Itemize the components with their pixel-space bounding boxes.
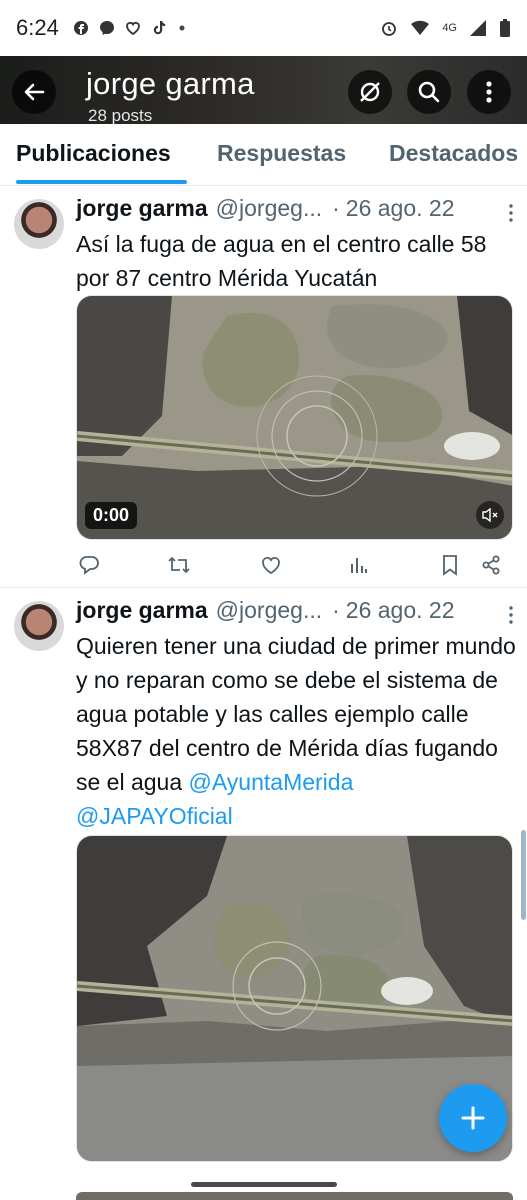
like-button[interactable] bbox=[258, 552, 284, 578]
post-actions bbox=[76, 552, 506, 580]
gesture-nav-bar[interactable] bbox=[191, 1182, 337, 1187]
post-header: jorge garma @jorgeg... · 26 ago. 22 bbox=[76, 195, 517, 227]
post-divider bbox=[0, 587, 527, 588]
post-date: 26 ago. 22 bbox=[345, 195, 455, 221]
network-label: 4G bbox=[442, 22, 457, 34]
active-tab-indicator bbox=[16, 180, 187, 184]
status-time: 6:24 bbox=[16, 15, 59, 40]
author-name[interactable]: jorge garma bbox=[76, 195, 208, 222]
mention-link[interactable]: @JAPAYOficial bbox=[76, 803, 233, 829]
grok-icon bbox=[360, 82, 380, 102]
profile-header: jorge garma 28 posts bbox=[0, 56, 527, 124]
avatar[interactable] bbox=[14, 601, 64, 651]
post-count: 28 posts bbox=[88, 106, 153, 124]
post-date: 26 ago. 22 bbox=[345, 597, 455, 623]
post[interactable]: jorge garma @jorgeg... · 26 ago. 22 Así … bbox=[0, 187, 527, 587]
system-icons: 4G bbox=[380, 18, 511, 38]
separator: · bbox=[332, 195, 340, 221]
search-icon bbox=[418, 81, 440, 103]
bookmark-icon bbox=[443, 555, 457, 576]
more-options-button[interactable] bbox=[467, 70, 511, 114]
profile-tabs: Publicaciones Respuestas Destacados bbox=[0, 124, 527, 186]
facebook-icon bbox=[73, 21, 88, 35]
repost-button[interactable] bbox=[166, 552, 192, 578]
dot-icon bbox=[179, 25, 185, 31]
post-video[interactable]: 0:00 bbox=[76, 295, 513, 540]
more-vertical-icon[interactable] bbox=[505, 203, 517, 223]
like-icon bbox=[262, 556, 280, 575]
signal-icon bbox=[470, 20, 486, 36]
share-icon bbox=[482, 555, 500, 575]
tiktok-icon bbox=[153, 21, 166, 35]
messenger-icon bbox=[99, 21, 114, 35]
notification-icons bbox=[73, 20, 187, 36]
grok-button[interactable] bbox=[348, 70, 392, 114]
compose-post-button[interactable] bbox=[439, 1084, 507, 1152]
avatar[interactable] bbox=[14, 199, 64, 249]
back-button[interactable] bbox=[12, 70, 56, 114]
more-vertical-icon bbox=[486, 81, 492, 103]
heart-chat-icon bbox=[125, 22, 140, 36]
mute-button[interactable] bbox=[476, 501, 504, 529]
repost-icon bbox=[168, 556, 190, 574]
video-duration: 0:00 bbox=[85, 502, 138, 529]
alarm-icon bbox=[382, 22, 397, 36]
author-name[interactable]: jorge garma bbox=[76, 597, 208, 624]
tab-respuestas[interactable]: Respuestas bbox=[217, 140, 346, 167]
more-vertical-icon[interactable] bbox=[505, 605, 517, 625]
reply-icon bbox=[79, 556, 99, 575]
share-button[interactable] bbox=[478, 552, 504, 578]
tab-publicaciones[interactable]: Publicaciones bbox=[16, 140, 171, 167]
mention-link[interactable]: @AyuntaMerida bbox=[189, 769, 354, 795]
post-header: jorge garma @jorgeg... · 26 ago. 22 bbox=[76, 597, 517, 629]
post-text: Así la fuga de agua en el centro calle 5… bbox=[76, 231, 487, 291]
scrollbar[interactable] bbox=[521, 830, 526, 920]
status-bar: 6:24 4G bbox=[0, 0, 527, 56]
wifi-icon bbox=[411, 20, 430, 35]
volume-muted-icon bbox=[482, 507, 498, 523]
profile-name: jorge garma bbox=[86, 66, 255, 101]
post-text: Quieren tener una ciudad de primer mundo… bbox=[76, 629, 516, 833]
tab-destacados[interactable]: Destacados bbox=[389, 140, 518, 167]
views-icon bbox=[351, 558, 367, 573]
reply-button[interactable] bbox=[76, 552, 102, 578]
battery-icon bbox=[500, 19, 510, 37]
next-post-media-peek bbox=[76, 1192, 513, 1200]
back-arrow-icon bbox=[24, 83, 45, 101]
bookmark-button[interactable] bbox=[437, 552, 463, 578]
author-handle: @jorgeg... bbox=[215, 597, 323, 623]
video-thumbnail bbox=[77, 296, 512, 539]
plus-icon bbox=[461, 1106, 485, 1130]
search-button[interactable] bbox=[407, 70, 451, 114]
views-button[interactable] bbox=[346, 552, 372, 578]
author-handle: @jorgeg... bbox=[215, 195, 323, 221]
separator: · bbox=[332, 597, 340, 623]
